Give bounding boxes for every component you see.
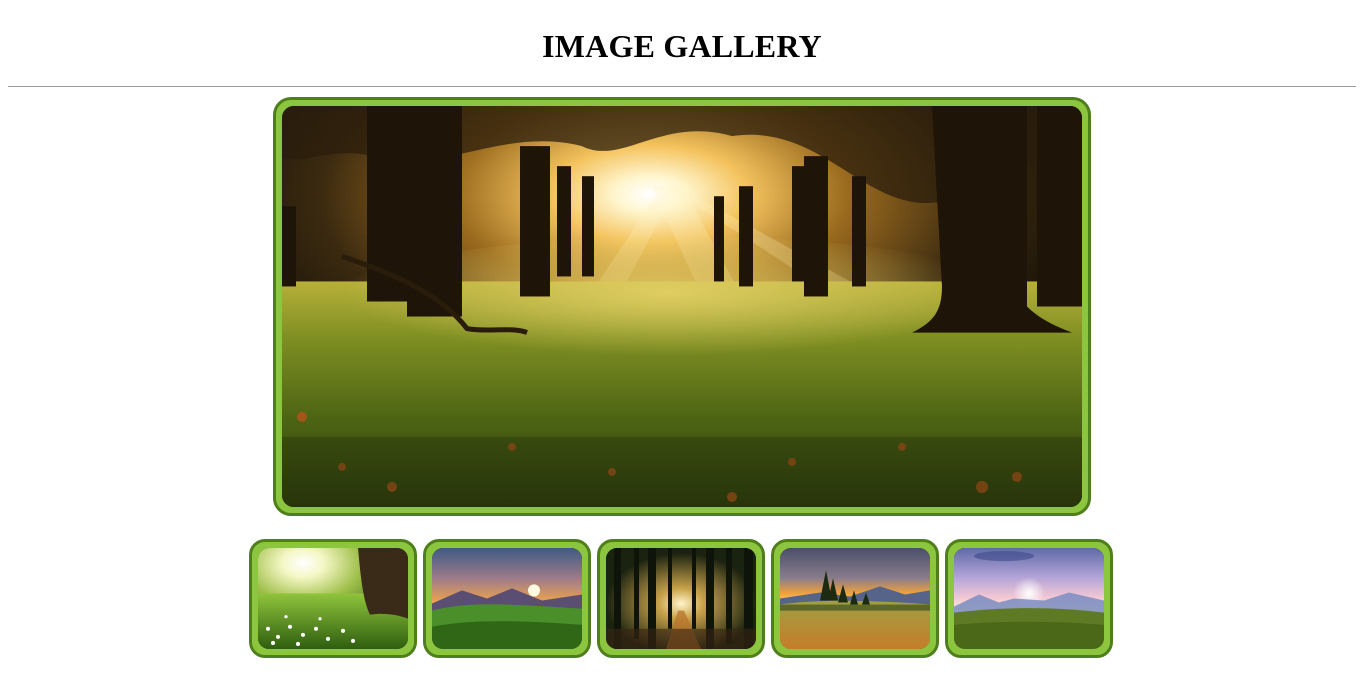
thumbnail-2-image[interactable] [432, 548, 582, 649]
thumbnail-4-mountain-valley-scene [780, 548, 930, 649]
thumbnail-3-image[interactable] [606, 548, 756, 649]
thumbnail-1-image[interactable] [258, 548, 408, 649]
main-image-frame [273, 97, 1091, 516]
title-divider [8, 86, 1356, 87]
main-image-forest-scene [282, 106, 1082, 507]
thumbnail-5-field-sunrise-scene [954, 548, 1104, 649]
thumbnail-1[interactable] [249, 539, 417, 658]
page-title: IMAGE GALLERY [542, 28, 822, 64]
thumbnail-5[interactable] [945, 539, 1113, 658]
thumbnail-2[interactable] [423, 539, 591, 658]
main-image [282, 106, 1082, 507]
thumbnail-2-mountain-sunset-scene [432, 548, 582, 649]
thumbnail-3[interactable] [597, 539, 765, 658]
thumbnail-3-forest-path-scene [606, 548, 756, 649]
thumbnail-5-image[interactable] [954, 548, 1104, 649]
thumbnail-4[interactable] [771, 539, 939, 658]
thumbnail-4-image[interactable] [780, 548, 930, 649]
thumbnail-1-meadow-scene [258, 548, 408, 649]
